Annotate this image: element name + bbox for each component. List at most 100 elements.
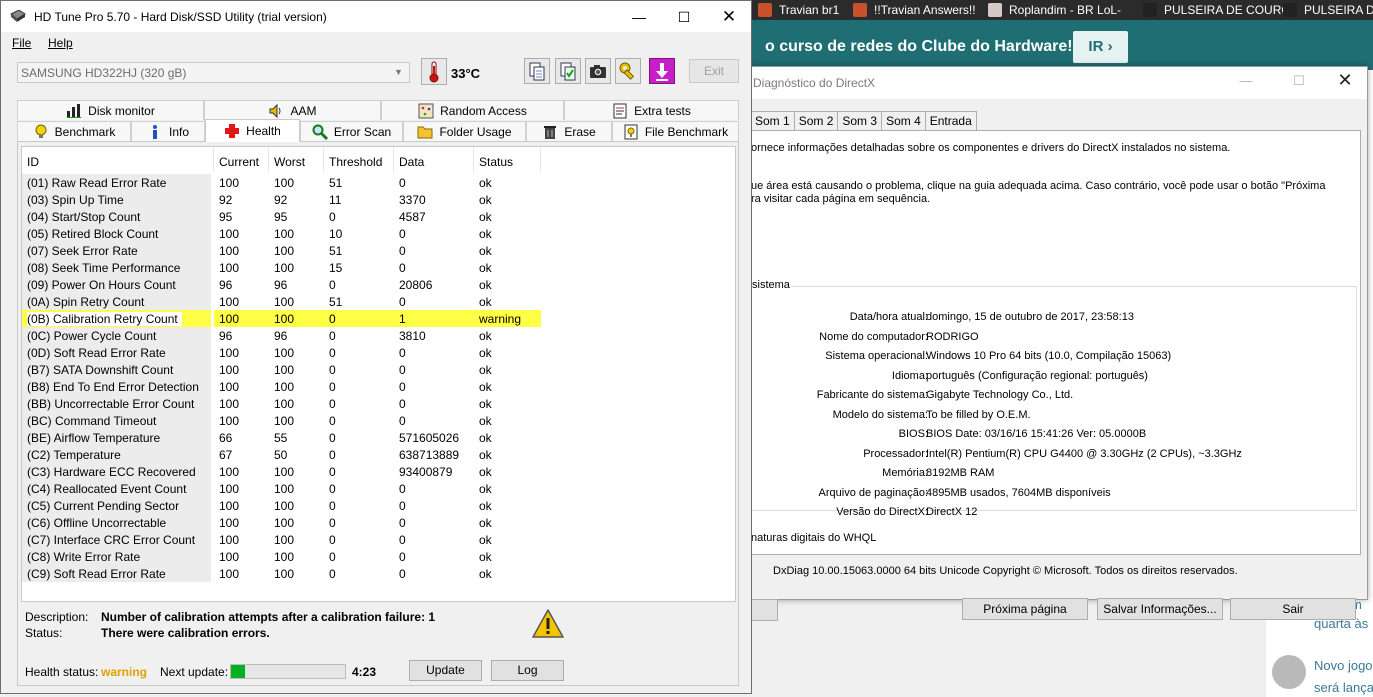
column-header-worst[interactable]: Worst (269, 147, 324, 172)
cell-current: 100 (214, 310, 269, 327)
minimize-icon[interactable]: — (621, 5, 657, 29)
tab-som-1[interactable]: Som 1 (750, 111, 795, 130)
table-row[interactable]: (C8) Write Error Rate 100 100 0 0 ok (22, 548, 542, 565)
menu-help[interactable]: Help (48, 36, 73, 50)
table-row[interactable]: (C7) Interface CRC Error Count 100 100 0 0 ok (22, 531, 542, 548)
cell-status-text: ok (479, 210, 492, 224)
avatar[interactable] (1272, 655, 1306, 689)
tab-folder-usage[interactable]: Folder Usage (403, 121, 526, 141)
cell-status-text: ok (479, 550, 492, 564)
log-button[interactable]: Log (491, 660, 564, 681)
table-row[interactable]: (C9) Soft Read Error Rate 100 100 0 0 ok (22, 565, 542, 582)
system-info-value: BIOS Date: 03/16/16 15:41:26 Ver: 05.000… (926, 428, 1147, 440)
tab-extra-tests[interactable]: Extra tests (564, 100, 739, 120)
browser-tab[interactable]: !!Travian Answers!! (847, 0, 984, 20)
drive-select[interactable]: SAMSUNG HD322HJ (320 gB) ▼ (17, 62, 410, 83)
tab-disk-monitor[interactable]: Disk monitor (17, 100, 204, 120)
next-page-button[interactable]: Próxima página (962, 598, 1088, 620)
table-row-warning[interactable]: (0B) Calibration Retry Count 100 100 0 1 warn… (22, 310, 542, 327)
table-row[interactable]: (C5) Current Pending Sector 100 100 0 0 ok (22, 497, 542, 514)
table-row[interactable]: (0A) Spin Retry Count 100 100 51 0 ok (22, 293, 542, 310)
table-row[interactable]: (01) Raw Read Error Rate 100 100 51 0 ok (22, 174, 542, 191)
cell-current-text: 95 (219, 210, 233, 224)
cell-current-text: 100 (219, 346, 240, 360)
maximize-icon[interactable]: ☐ (666, 5, 702, 29)
table-row[interactable]: (07) Seek Error Rate 100 100 51 0 ok (22, 242, 542, 259)
table-row[interactable]: (BB) Uncorrectable Error Count 100 100 0 0 ok (22, 395, 542, 412)
tab-error-scan[interactable]: Error Scan (300, 121, 403, 141)
screenshot-button[interactable] (585, 58, 611, 84)
exit-button[interactable]: Sair (1230, 598, 1356, 620)
tab-random-access[interactable]: Random Access (381, 100, 564, 120)
close-icon[interactable]: ✕ (1334, 70, 1356, 90)
browser-tab[interactable]: PULSEIRA DE COURO (1137, 0, 1299, 20)
copy-all-button[interactable] (555, 58, 581, 84)
table-row[interactable]: (BE) Airflow Temperature 66 55 0 571605026 ok (22, 429, 542, 446)
temperature-button[interactable] (421, 58, 447, 85)
close-icon[interactable]: ✕ (711, 5, 747, 29)
column-header-id[interactable]: ID (22, 147, 214, 172)
column-header-current[interactable]: Current (214, 147, 269, 172)
news-fragment-subtitle[interactable]: será lança (1314, 680, 1373, 695)
banner-go-button[interactable]: IR › (1073, 31, 1128, 63)
table-row[interactable]: (B8) End To End Error Detection 100 100 0 0 o… (22, 378, 542, 395)
table-row[interactable]: (C3) Hardware ECC Recovered 100 100 0 934008… (22, 463, 542, 480)
tab-info[interactable]: Info (131, 121, 205, 141)
browser-tab[interactable]: Travian br1 (752, 0, 847, 20)
table-row[interactable]: (08) Seek Time Performance 100 100 15 0 ok (22, 259, 542, 276)
tab-erase[interactable]: Erase (526, 121, 612, 141)
save-info-button[interactable]: Salvar Informações... (1097, 598, 1223, 620)
table-row[interactable]: (04) Start/Stop Count 95 95 0 4587 ok (22, 208, 542, 225)
tab-som-3[interactable]: Som 3 (837, 111, 883, 130)
tab-benchmark[interactable]: Benchmark (17, 121, 131, 141)
whql-checkbox-label[interactable]: naturas digitais do WHQL (751, 532, 876, 544)
help-button[interactable] (748, 599, 778, 621)
options-button[interactable] (615, 58, 641, 84)
table-row[interactable]: (B7) SATA Downshift Count 100 100 0 0 ok (22, 361, 542, 378)
cell-current: 96 (214, 327, 269, 344)
tab-file-benchmark[interactable]: File Benchmark (612, 121, 739, 141)
cell-id-text: (C3) Hardware ECC Recovered (27, 465, 196, 479)
menu-file[interactable]: File (12, 36, 31, 50)
tab-som-2[interactable]: Som 2 (793, 111, 839, 130)
update-button[interactable]: Update (409, 660, 482, 681)
cell-threshold-text: 10 (329, 227, 343, 241)
bracelet-favicon-icon (1143, 3, 1157, 17)
system-info-row: Processador: Intel(R) Pentium(R) CPU G440… (750, 448, 1350, 464)
browser-tab[interactable]: PULSEIRA D (1277, 0, 1373, 20)
cell-worst: 92 (269, 191, 324, 208)
column-header-status[interactable]: Status (474, 147, 541, 172)
table-row[interactable]: (C4) Reallocated Event Count 100 100 0 0 ok (22, 480, 542, 497)
maximize-icon[interactable]: ☐ (1288, 73, 1310, 93)
chevron-down-icon[interactable]: ▼ (390, 64, 407, 81)
browser-tab[interactable]: Roplandim - BR LoL- (982, 0, 1129, 20)
cell-worst: 100 (269, 412, 324, 429)
table-row[interactable]: (05) Retired Block Count 100 100 10 0 ok (22, 225, 542, 242)
system-info-value: DirectX 12 (926, 506, 978, 518)
tab-health[interactable]: Health (205, 119, 300, 142)
cell-worst-text: 100 (274, 516, 295, 530)
tab-som-4[interactable]: Som 4 (881, 111, 926, 130)
table-row[interactable]: (C2) Temperature 67 50 0 638713889 ok (22, 446, 542, 463)
save-button[interactable] (649, 58, 675, 84)
tab-aam[interactable]: AAM (204, 100, 381, 120)
copy-button[interactable] (524, 58, 550, 84)
table-row[interactable]: (BC) Command Timeout 100 100 0 0 ok (22, 412, 542, 429)
cell-data-text: 0 (399, 567, 406, 581)
exit-button[interactable]: Exit (689, 59, 739, 83)
tab-entrada[interactable]: Entrada (924, 111, 977, 130)
minimize-icon[interactable]: — (1235, 73, 1257, 93)
smart-attributes-table[interactable]: ID Current Worst Threshold Data Status (… (21, 146, 736, 602)
cell-id-text: (C6) Offline Uncorrectable (27, 516, 167, 530)
column-header-threshold[interactable]: Threshold (324, 147, 394, 172)
table-row[interactable]: (03) Spin Up Time 92 92 11 3370 ok (22, 191, 542, 208)
column-header-data[interactable]: Data (394, 147, 474, 172)
system-info-label: BIOS: (898, 428, 928, 440)
table-row[interactable]: (0D) Soft Read Error Rate 100 100 0 0 ok (22, 344, 542, 361)
news-fragment-title[interactable]: Novo jogo (1314, 658, 1373, 673)
cell-current-text: 100 (219, 363, 240, 377)
table-row[interactable]: (09) Power On Hours Count 96 96 0 20806 ok (22, 276, 542, 293)
table-row[interactable]: (C6) Offline Uncorrectable 100 100 0 0 ok (22, 514, 542, 531)
table-row[interactable]: (0C) Power Cycle Count 96 96 0 3810 ok (22, 327, 542, 344)
tab-info-label: Info (168, 124, 189, 139)
